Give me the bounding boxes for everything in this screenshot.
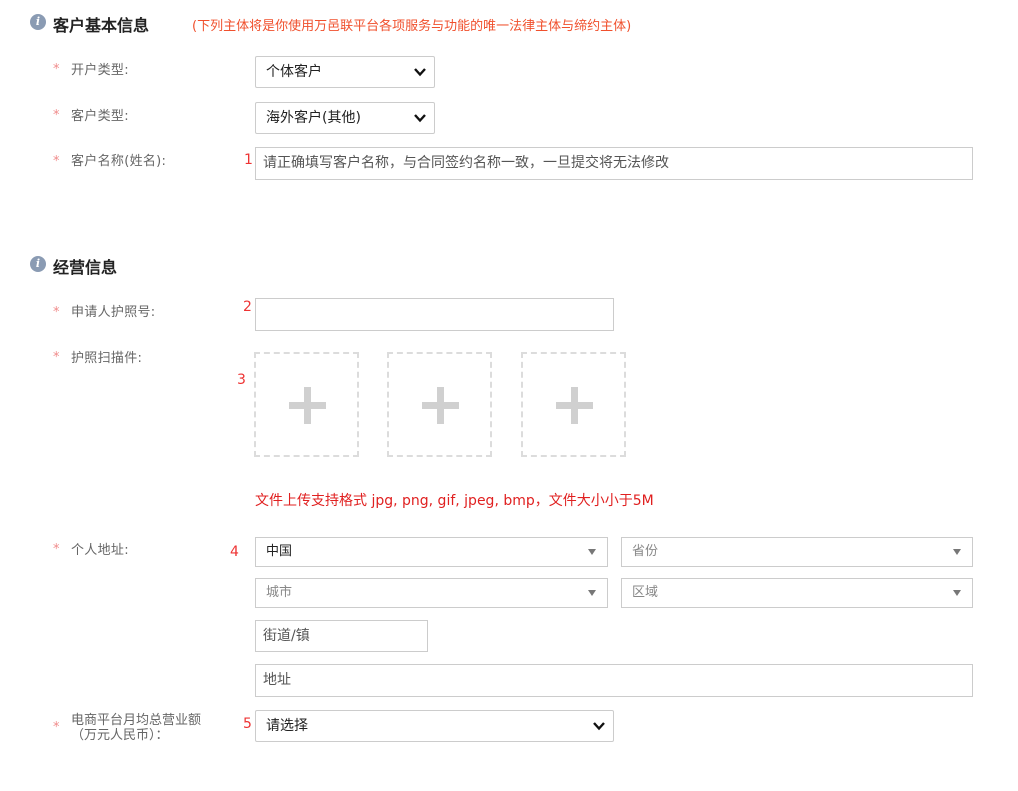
required-mark: * (53, 542, 60, 557)
province-select[interactable]: 省份 (621, 537, 973, 567)
revenue-select[interactable]: 请选择 (255, 710, 614, 742)
city-value: 城市 (266, 585, 293, 600)
chevron-down-icon (414, 114, 426, 123)
triangle-down-icon (588, 549, 596, 555)
required-mark: * (53, 62, 60, 77)
section-title-basic-info: 客户基本信息 (53, 16, 150, 35)
district-select[interactable]: 区域 (621, 578, 973, 608)
street-input[interactable]: 街道/镇 (255, 620, 428, 652)
passport-scan-label: 护照扫描件: (71, 351, 143, 366)
country-select[interactable]: 中国 (255, 537, 608, 567)
field-number: 4 (230, 544, 239, 560)
upload-format-hint: 文件上传支持格式 jpg, png, gif, jpeg, bmp，文件大小小于… (255, 493, 654, 509)
triangle-down-icon (588, 590, 596, 596)
chevron-down-icon (414, 68, 426, 77)
field-number: 2 (243, 299, 252, 315)
section-note: (下列主体将是你使用万邑联平台各项服务与功能的唯一法律主体与缔约主体) (192, 19, 632, 34)
field-number: 1 (244, 152, 253, 168)
required-mark: * (53, 305, 60, 320)
customer-type-value: 海外客户(其他) (266, 110, 361, 126)
required-mark: * (53, 350, 60, 365)
customer-type-select[interactable]: 海外客户(其他) (255, 102, 435, 134)
account-type-select[interactable]: 个体客户 (255, 56, 435, 88)
customer-name-label: 客户名称(姓名): (71, 154, 167, 169)
triangle-down-icon (953, 590, 961, 596)
passport-number-label: 申请人护照号: (71, 305, 156, 320)
account-type-value: 个体客户 (266, 64, 322, 80)
triangle-down-icon (953, 549, 961, 555)
field-number: 3 (237, 372, 246, 388)
address-detail-input[interactable]: 地址 (255, 664, 973, 697)
province-value: 省份 (632, 544, 659, 559)
passport-upload-slot-3[interactable] (521, 352, 626, 457)
account-type-label: 开户类型: (71, 63, 129, 78)
required-mark: * (53, 720, 60, 735)
district-value: 区域 (632, 585, 659, 600)
info-icon: i (30, 256, 46, 272)
customer-name-input[interactable]: 请正确填写客户名称，与合同签约名称一致，一旦提交将无法修改 (255, 147, 973, 180)
info-icon: i (30, 14, 46, 30)
revenue-label: 电商平台月均总营业额 （万元人民币）： (71, 713, 201, 743)
passport-upload-slot-1[interactable] (254, 352, 359, 457)
customer-type-label: 客户类型: (71, 109, 129, 124)
passport-upload-slot-2[interactable] (387, 352, 492, 457)
revenue-label-line2: （万元人民币）： (71, 728, 169, 743)
field-number: 5 (243, 716, 252, 732)
required-mark: * (53, 154, 60, 169)
city-select[interactable]: 城市 (255, 578, 608, 608)
required-mark: * (53, 108, 60, 123)
revenue-value: 请选择 (266, 718, 308, 734)
passport-number-input[interactable] (255, 298, 614, 331)
address-label: 个人地址: (71, 543, 129, 558)
chevron-down-icon (593, 722, 605, 731)
section-title-business-info: 经营信息 (53, 258, 118, 277)
revenue-label-line1: 电商平台月均总营业额 (71, 713, 202, 728)
country-value: 中国 (266, 544, 293, 559)
